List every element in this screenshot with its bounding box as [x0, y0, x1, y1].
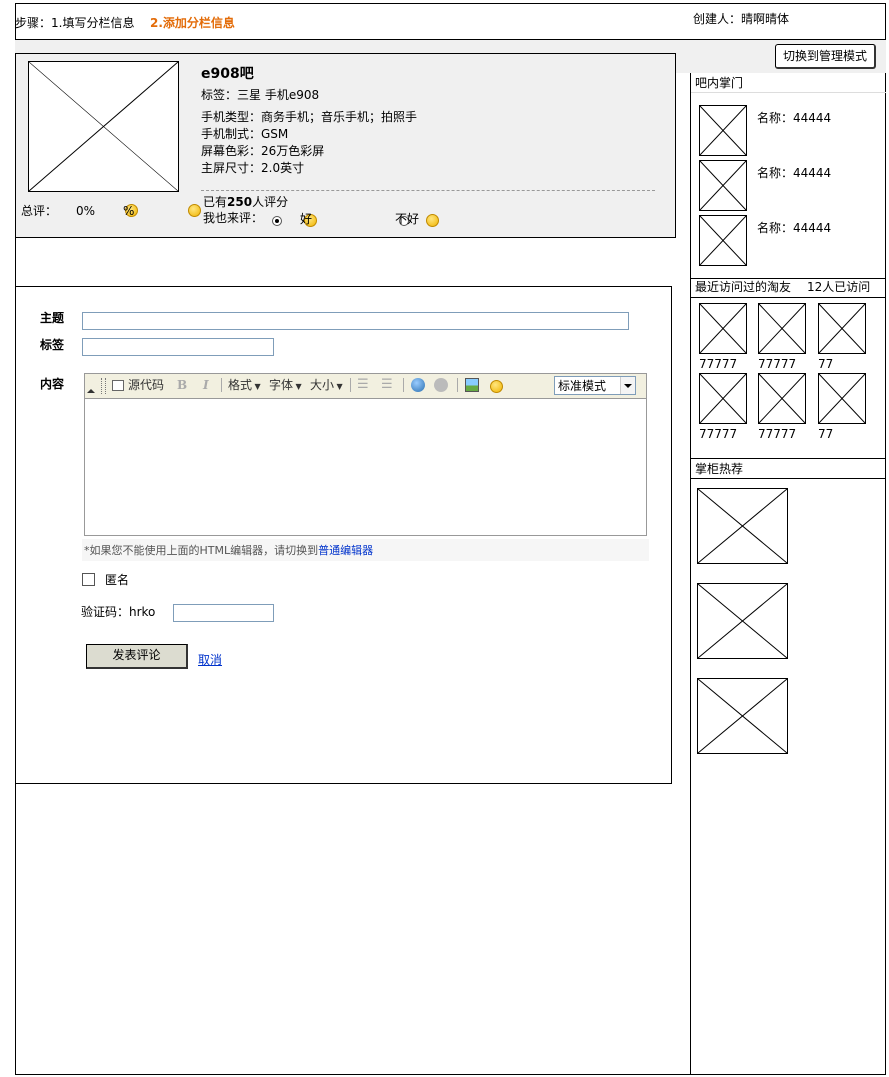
standard-line: 手机制式：GSM: [201, 127, 289, 141]
switch-admin-mode-button[interactable]: 切换到管理模式: [775, 44, 876, 69]
plain-editor-link[interactable]: 普通编辑器: [318, 544, 373, 557]
tags-line: 标签：三星 手机e908: [201, 88, 320, 102]
visitor-avatar[interactable]: [699, 373, 747, 424]
rating-divider: [201, 190, 655, 191]
anonymous-label: 匿名: [105, 573, 130, 587]
chevron-down-icon: ▼: [252, 382, 261, 391]
rate-good-radio[interactable]: [272, 215, 282, 226]
visitors-top-rule: [691, 278, 886, 279]
manager-name[interactable]: 名称：44444: [757, 221, 831, 235]
manager-name[interactable]: 名称：44444: [757, 166, 831, 180]
rating-count: 250: [227, 195, 253, 209]
toolbar-grip-icon: [101, 378, 106, 394]
chevron-down-icon: ▼: [334, 382, 343, 391]
cancel-link[interactable]: 取消: [198, 653, 222, 667]
manager-avatar[interactable]: [699, 105, 747, 156]
submit-comment-button[interactable]: 发表评论: [86, 644, 188, 669]
visitors-title: 最近访问过的淘友: [695, 280, 792, 294]
recommend-image[interactable]: [697, 583, 788, 659]
rating-count-line: 已有250人评分: [203, 195, 288, 209]
editor-content-area[interactable]: [85, 399, 646, 535]
bad-percent: %: [123, 204, 135, 218]
visitor-name[interactable]: 77777: [699, 427, 737, 441]
toolbar-collapse-icon[interactable]: [87, 389, 95, 393]
rate-good-label: 好: [300, 212, 313, 226]
tags-input[interactable]: [82, 338, 274, 356]
toolbar-divider: [221, 378, 222, 392]
managers-title: 吧内掌门: [695, 76, 744, 90]
chevron-down-icon: [620, 377, 635, 394]
remove-link-icon[interactable]: [434, 378, 448, 392]
subject-label: 主题: [40, 311, 65, 325]
toolbar-divider: [457, 378, 458, 392]
format-dropdown[interactable]: 格式 ▼: [228, 374, 261, 396]
emoticon-icon[interactable]: [490, 380, 503, 393]
insert-image-icon[interactable]: [465, 378, 479, 392]
rating-suffix: 人评分: [252, 195, 289, 209]
recommend-top-rule: [691, 458, 886, 459]
rate-bad-label: 不好: [395, 212, 420, 226]
visitor-avatar[interactable]: [818, 373, 866, 424]
product-image: [28, 61, 179, 192]
visitor-name[interactable]: 77777: [699, 357, 737, 371]
unordered-list-icon[interactable]: ☰: [381, 374, 393, 396]
visitor-avatar[interactable]: [758, 303, 806, 354]
visitor-avatar[interactable]: [818, 303, 866, 354]
step2-label: 2.添加分栏信息: [150, 16, 235, 30]
screen-size-line: 主屏尺寸：2.0英寸: [201, 161, 305, 175]
source-code-button[interactable]: 源代码: [128, 374, 164, 396]
visitor-name[interactable]: 77: [818, 357, 833, 371]
rich-text-editor: 源代码 B I 格式 ▼ 字体 ▼ 大小 ▼ ☰ ☰ 标准模式: [84, 373, 647, 536]
ordered-list-icon[interactable]: ☰: [357, 374, 369, 396]
font-dropdown[interactable]: 字体 ▼: [269, 374, 302, 396]
editor-note: *如果您不能使用上面的HTML编辑器，请切换到普通编辑器: [84, 544, 373, 558]
screen-color-line: 屏幕色彩：26万色彩屏: [201, 144, 325, 158]
size-label: 大小: [310, 378, 335, 392]
toolbar-divider: [350, 378, 351, 392]
editor-toolbar: 源代码 B I 格式 ▼ 字体 ▼ 大小 ▼ ☰ ☰ 标准模式: [85, 374, 646, 399]
captcha-label: 验证码：hrko: [81, 605, 156, 619]
bar-name: e908吧: [201, 66, 254, 82]
manager-avatar[interactable]: [699, 215, 747, 266]
bold-button[interactable]: B: [177, 374, 187, 396]
captcha-input[interactable]: [173, 604, 274, 622]
visitor-avatar[interactable]: [699, 303, 747, 354]
visitors-bottom-rule: [691, 297, 886, 298]
content-label: 内容: [40, 377, 65, 391]
visitor-name[interactable]: 77: [818, 427, 833, 441]
toolbar-divider: [403, 378, 404, 392]
recommend-image[interactable]: [697, 488, 788, 564]
recommend-bottom-rule: [691, 478, 886, 479]
font-label: 字体: [269, 378, 294, 392]
managers-underline: [691, 92, 886, 93]
visitor-name[interactable]: 77777: [758, 427, 796, 441]
tags-label: 标签: [40, 338, 65, 352]
subject-input[interactable]: [82, 312, 629, 330]
creator-label: 创建人：晴啊晴体: [693, 12, 790, 26]
size-dropdown[interactable]: 大小 ▼: [310, 374, 343, 396]
editor-mode-value: 标准模式: [558, 379, 607, 393]
editor-note-text: *如果您不能使用上面的HTML编辑器，请切换到: [84, 544, 319, 557]
insert-link-icon[interactable]: [411, 378, 425, 392]
manager-name[interactable]: 名称：44444: [757, 111, 831, 125]
visitors-count: 12人已访问: [807, 280, 871, 294]
anonymous-checkbox[interactable]: [82, 573, 95, 586]
editor-mode-select[interactable]: 标准模式: [554, 376, 636, 395]
steps-label: 步骤：1.填写分栏信息: [15, 16, 135, 30]
italic-button[interactable]: I: [203, 374, 209, 396]
rate-label: 我也来评：: [203, 211, 264, 225]
source-code-icon: [112, 380, 124, 391]
visitor-name[interactable]: 77777: [758, 357, 796, 371]
recommend-image[interactable]: [697, 678, 788, 754]
good-percent: 0%: [76, 204, 96, 218]
chevron-down-icon: ▼: [293, 382, 302, 391]
total-label: 总评：: [21, 204, 58, 218]
format-label: 格式: [228, 378, 253, 392]
recommend-title: 掌柜热荐: [695, 462, 744, 476]
sidebar-divider: [690, 73, 691, 1075]
visitor-avatar[interactable]: [758, 373, 806, 424]
manager-avatar[interactable]: [699, 160, 747, 211]
phone-type-line: 手机类型：商务手机；音乐手机；拍照手: [201, 110, 418, 124]
rating-prefix: 已有: [203, 195, 228, 209]
